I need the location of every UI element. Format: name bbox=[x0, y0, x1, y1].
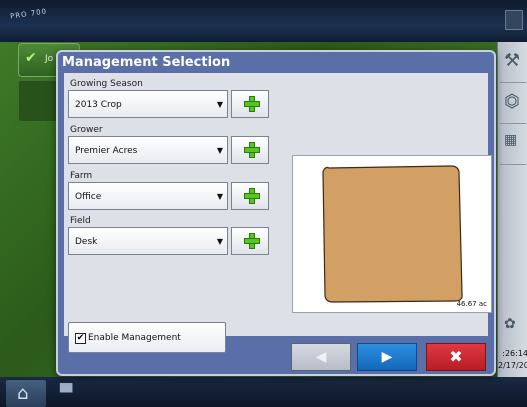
chevron-down-icon: ▼ bbox=[216, 100, 223, 109]
camera-button[interactable]: ▀ bbox=[52, 380, 86, 407]
field-label: Field bbox=[70, 216, 91, 226]
farm-value: Office bbox=[75, 192, 102, 202]
next-button[interactable]: ▶ bbox=[357, 343, 417, 371]
home-button[interactable]: ⌂ bbox=[6, 380, 46, 407]
top-bar: PRO 700 bbox=[0, 0, 527, 42]
plus-icon bbox=[244, 142, 260, 158]
chevron-down-icon: ▼ bbox=[216, 146, 223, 155]
menu-button[interactable] bbox=[505, 10, 523, 30]
check-icon: ✔ bbox=[25, 50, 37, 66]
tools-button[interactable]: ⚒ bbox=[500, 42, 526, 83]
farm-select[interactable]: Office ▼ bbox=[68, 182, 228, 210]
plus-icon bbox=[244, 96, 260, 112]
gps-receiver-icon: ⏣ bbox=[504, 91, 520, 112]
dialog-body: Growing Season 2013 Crop ▼ Grower Premie… bbox=[64, 73, 492, 353]
field-boundary-shape bbox=[322, 165, 463, 303]
growing-season-label: Growing Season bbox=[70, 79, 143, 89]
add-growing-season-button[interactable] bbox=[231, 90, 269, 118]
product-button[interactable]: ✿ bbox=[500, 312, 526, 342]
field-value: Desk bbox=[75, 237, 98, 247]
growing-season-value: 2013 Crop bbox=[75, 100, 122, 110]
enable-management-label: Enable Management bbox=[88, 333, 181, 343]
calendar-button[interactable]: ▦ bbox=[500, 124, 526, 165]
grower-value: Premier Acres bbox=[75, 146, 138, 156]
plus-icon bbox=[244, 233, 260, 249]
field-area-label: 46.67 ac bbox=[456, 300, 487, 308]
back-button[interactable]: ◀ bbox=[291, 343, 351, 371]
clock-time: :26:14 bbox=[502, 349, 527, 358]
field-select[interactable]: Desk ▼ bbox=[68, 227, 228, 255]
home-icon: ⌂ bbox=[17, 383, 29, 404]
back-arrow-icon: ◀ bbox=[315, 349, 327, 365]
add-grower-button[interactable] bbox=[231, 136, 269, 164]
close-icon: ✖ bbox=[449, 347, 463, 366]
brand-logo: PRO 700 bbox=[9, 7, 48, 21]
background-item-label: Jo bbox=[45, 54, 54, 64]
enable-management-checkbox[interactable]: ✔ Enable Management bbox=[68, 322, 226, 353]
dialog-title: Management Selection bbox=[62, 55, 231, 70]
plus-icon bbox=[244, 188, 260, 204]
right-toolbar: ⚒ ⏣ ▦ ✿ :26:14 2/17/20 bbox=[497, 42, 527, 377]
farm-label: Farm bbox=[70, 171, 93, 181]
add-field-button[interactable] bbox=[231, 227, 269, 255]
gps-button[interactable]: ⏣ bbox=[500, 83, 526, 124]
add-farm-button[interactable] bbox=[231, 182, 269, 210]
next-arrow-icon: ▶ bbox=[381, 349, 393, 365]
wrench-icon: ⚒ bbox=[504, 50, 521, 71]
calendar-icon: ▦ bbox=[504, 132, 518, 148]
chevron-down-icon: ▼ bbox=[216, 237, 223, 246]
grower-select[interactable]: Premier Acres ▼ bbox=[68, 136, 228, 164]
product-icon: ✿ bbox=[504, 316, 516, 332]
checkbox-checked-icon: ✔ bbox=[75, 333, 86, 344]
camera-icon: ▀ bbox=[60, 383, 73, 402]
field-boundary-map: 46.67 ac bbox=[292, 155, 492, 313]
chevron-down-icon: ▼ bbox=[216, 192, 223, 201]
clock-date: 2/17/20 bbox=[498, 361, 527, 370]
grower-label: Grower bbox=[70, 125, 103, 135]
close-button[interactable]: ✖ bbox=[426, 343, 486, 371]
growing-season-select[interactable]: 2013 Crop ▼ bbox=[68, 90, 228, 118]
management-selection-dialog: Management Selection Growing Season 2013… bbox=[56, 50, 496, 376]
